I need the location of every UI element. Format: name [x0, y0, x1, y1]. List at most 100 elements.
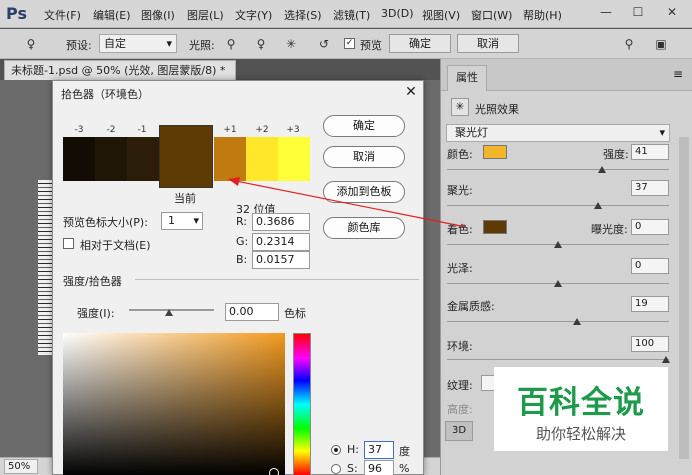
swatch-plus-3[interactable] — [278, 137, 310, 181]
menu-bar: Ps 文件(F) 编辑(E) 图像(I) 图层(L) 文字(Y) 选择(S) 滤… — [0, 0, 692, 28]
workspace-icon[interactable]: ▣ — [652, 35, 670, 53]
light-label: 光照: — [189, 39, 215, 52]
intensity-slider-track[interactable] — [447, 169, 669, 170]
offset-label: +1 — [223, 125, 237, 135]
hotspot-field[interactable]: 37 — [631, 180, 669, 196]
intensity-field[interactable]: 41 — [631, 144, 669, 160]
minimize-icon[interactable]: — — [596, 4, 616, 20]
preset-select[interactable]: 自定 ▾ — [99, 34, 177, 53]
offset-label: +3 — [286, 125, 300, 135]
g-label: G: — [236, 235, 249, 248]
h-unit: 度 — [399, 445, 410, 458]
menu-3d[interactable]: 3D(D) — [381, 7, 414, 20]
ambience-field[interactable]: 100 — [631, 336, 669, 352]
section-label: 强度/拾色器 — [63, 275, 122, 288]
close-icon[interactable]: ✕ — [403, 84, 419, 100]
color-picker-dialog: 拾色器（环境色） ✕ -3 -2 -1 +1 +2 +3 当前 确定 取消 添加… — [52, 80, 424, 475]
menu-file[interactable]: 文件(F) — [44, 7, 81, 23]
exposure-slider-thumb[interactable] — [554, 241, 562, 248]
metallic-slider-track[interactable] — [447, 321, 669, 322]
add-to-swatches-button[interactable]: 添加到色板 — [323, 181, 405, 203]
texture-label: 纹理: — [447, 379, 473, 392]
color-swatch[interactable] — [483, 145, 507, 159]
ambience-slider-track[interactable] — [447, 359, 669, 360]
color-field-marker[interactable] — [269, 468, 279, 475]
g-field[interactable]: 0.2314 — [252, 233, 310, 251]
cancel-button[interactable]: 取消 — [457, 34, 519, 53]
gloss-field[interactable]: 0 — [631, 258, 669, 274]
swatch-minus-2[interactable] — [95, 137, 127, 181]
search-icon[interactable]: ⚲ — [620, 35, 638, 53]
metallic-field[interactable]: 19 — [631, 296, 669, 312]
panel-scrollbar[interactable] — [679, 137, 689, 459]
menu-type[interactable]: 文字(Y) — [235, 7, 272, 23]
offset-label: -3 — [74, 125, 84, 135]
current-color-swatch[interactable] — [159, 125, 213, 188]
preview-size-select[interactable]: 1 ▾ — [161, 212, 203, 230]
menu-select[interactable]: 选择(S) — [284, 7, 322, 23]
s-field[interactable]: 96 — [364, 460, 394, 475]
b-field[interactable]: 0.0157 — [252, 251, 310, 269]
s-radio[interactable] — [331, 464, 341, 474]
metallic-slider-thumb[interactable] — [573, 318, 581, 325]
menu-layer[interactable]: 图层(L) — [187, 7, 224, 23]
hotspot-slider-thumb[interactable] — [594, 202, 602, 209]
h-field[interactable]: 37 — [364, 441, 394, 459]
height-label: 高度: — [447, 403, 473, 416]
menu-view[interactable]: 视图(V) — [422, 7, 460, 23]
section-divider — [135, 279, 419, 280]
close-icon[interactable]: ✕ — [662, 4, 682, 20]
intensity-field[interactable]: 0.00 — [225, 303, 279, 321]
offset-label: -2 — [106, 125, 116, 135]
relative-to-document-checkbox[interactable] — [63, 238, 74, 249]
tab-properties[interactable]: 属性 — [447, 65, 487, 91]
h-radio[interactable] — [331, 445, 341, 455]
reset-icon[interactable]: ↺ — [315, 35, 333, 53]
h-label: H: — [347, 443, 359, 456]
gloss-slider-thumb[interactable] — [554, 280, 562, 287]
panel-header: 光照效果 — [475, 103, 519, 116]
panel-menu-icon[interactable]: ≡ — [673, 67, 683, 81]
exposure-field[interactable]: 0 — [631, 219, 669, 235]
swatch-plus-1[interactable] — [214, 137, 246, 181]
maximize-icon[interactable]: ☐ — [628, 4, 648, 20]
swatch-minus-1[interactable] — [127, 137, 159, 181]
options-bar: ♀ 预设: 自定 ▾ 光照: ⚲ ♀ ✳ ↺ ✓ 预览 确定 取消 ⚲ ▣ — [0, 29, 692, 59]
r-label: R: — [236, 215, 248, 228]
preview-checkbox[interactable]: ✓ — [344, 38, 355, 49]
tab-3d[interactable]: 3D — [445, 421, 473, 441]
color-field[interactable] — [63, 333, 285, 475]
colorize-label: 着色: — [447, 223, 473, 236]
r-field[interactable]: 0.3686 — [252, 213, 310, 231]
color-libraries-button[interactable]: 颜色库 — [323, 217, 405, 239]
document-tab[interactable]: 未标题-1.psd @ 50% (光效, 图层蒙版/8) * — [4, 60, 236, 80]
menu-edit[interactable]: 编辑(E) — [93, 7, 131, 23]
intensity-slider-thumb[interactable] — [165, 309, 173, 316]
swatch-minus-3[interactable] — [63, 137, 95, 181]
menu-filter[interactable]: 滤镜(T) — [333, 7, 370, 23]
color-label: 颜色: — [447, 148, 473, 161]
metallic-label: 金属质感: — [447, 300, 495, 313]
ok-button[interactable]: 确定 — [389, 34, 451, 53]
hotspot-slider-track[interactable] — [447, 205, 669, 206]
b-label: B: — [236, 253, 248, 266]
hue-slider[interactable] — [293, 333, 311, 475]
intensity-slider-thumb[interactable] — [598, 166, 606, 173]
light-type-value: 聚光灯 — [455, 126, 488, 139]
picker-ok-button[interactable]: 确定 — [323, 115, 405, 137]
intensity-label: 强度(I): — [77, 307, 115, 320]
zoom-level-field[interactable]: 50% — [4, 459, 38, 474]
menu-image[interactable]: 图像(I) — [141, 7, 175, 23]
picker-cancel-button[interactable]: 取消 — [323, 146, 405, 168]
swatch-plus-2[interactable] — [246, 137, 278, 181]
ambience-slider-thumb[interactable] — [662, 356, 670, 363]
watermark-logo: 百科全说 助你轻松解决 — [494, 367, 668, 451]
infinite-light-icon[interactable]: ✳ — [282, 35, 300, 53]
light-type-select[interactable]: 聚光灯 ▾ — [446, 124, 670, 142]
spot-light-icon[interactable]: ⚲ — [222, 35, 240, 53]
menu-help[interactable]: 帮助(H) — [523, 7, 562, 23]
menu-window[interactable]: 窗口(W) — [471, 7, 512, 23]
lighting-tool-icon[interactable]: ♀ — [22, 35, 40, 53]
colorize-swatch[interactable] — [483, 220, 507, 234]
point-light-icon[interactable]: ♀ — [252, 35, 270, 53]
